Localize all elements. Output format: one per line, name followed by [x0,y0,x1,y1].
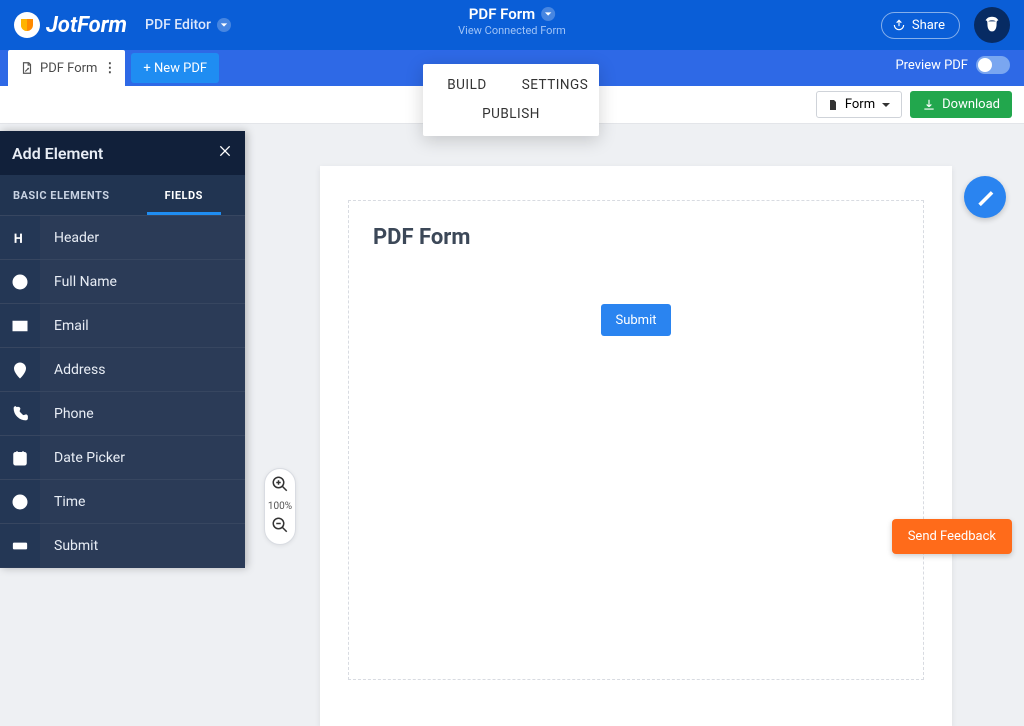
tab-fields[interactable]: FIELDS [123,175,246,215]
mail-icon [0,304,40,347]
tab-basic-elements[interactable]: BASIC ELEMENTS [0,175,123,215]
pin-icon [0,348,40,391]
clock-icon [0,480,40,523]
field-date-picker[interactable]: 10 Date Picker [0,435,245,479]
brand-logo[interactable]: JotForm [14,12,127,38]
user-icon [0,260,40,303]
submit-button[interactable]: Submit [601,304,671,336]
svg-text:H: H [14,231,23,245]
zoom-value: 100% [268,501,292,512]
wand-icon [975,187,995,207]
field-label: Date Picker [54,450,125,466]
view-connected-form-link[interactable]: View Connected Form [458,24,566,37]
field-label: Time [54,494,85,510]
panel-tabs: BASIC ELEMENTS FIELDS [0,175,245,215]
chevron-down-icon [217,18,231,32]
field-label: Email [54,318,89,334]
tab-options-icon[interactable]: ⋮ [103,61,117,76]
top-bar: JotForm PDF Editor PDF Form View Connect… [0,0,1024,50]
svg-text:10: 10 [18,457,25,464]
panel-title: Add Element [12,144,103,163]
field-full-name[interactable]: Full Name [0,259,245,303]
magic-wand-button[interactable] [964,176,1006,218]
page-content: PDF Form Submit [348,200,924,680]
field-header[interactable]: H Header [0,215,245,259]
add-element-panel: Add Element BASIC ELEMENTS FIELDS H Heade… [0,131,245,568]
field-label: Full Name [54,274,117,290]
field-label: Phone [54,406,94,422]
field-label: Address [54,362,105,378]
tab-pdf-form[interactable]: PDF Form ⋮ [8,50,125,86]
close-icon[interactable] [217,143,233,163]
zoom-out-button[interactable] [271,516,289,538]
logo-icon [14,12,40,38]
phone-icon [0,392,40,435]
calendar-icon: 10 [0,436,40,479]
field-label: Submit [54,538,98,554]
file-icon [827,99,839,111]
share-button[interactable]: Share [881,12,960,39]
mode-settings[interactable]: SETTINGS [511,77,599,93]
preview-toggle-group: Preview PDF [895,56,1010,74]
header-icon: H [0,216,40,259]
send-feedback-button[interactable]: Send Feedback [892,519,1012,554]
document-title-block: PDF Form View Connected Form [458,5,566,37]
document-icon [20,61,34,75]
form-title[interactable]: PDF Form [373,225,899,250]
mode-build[interactable]: BUILD [423,77,511,93]
field-phone[interactable]: Phone [0,391,245,435]
avatar-icon [981,14,1003,36]
field-email[interactable]: Email [0,303,245,347]
svg-text:SEND: SEND [15,544,25,548]
field-label: Header [54,230,99,246]
chevron-down-icon [881,100,891,110]
mode-publish[interactable]: PUBLISH [482,106,540,122]
download-icon [922,98,936,112]
element-list: H Header Full Name Email Address Phone 10 Date … [0,215,245,568]
chevron-down-icon[interactable] [541,7,555,21]
share-icon [892,18,906,32]
panel-header: Add Element [0,131,245,175]
zoom-in-button[interactable] [271,475,289,497]
doc-title[interactable]: PDF Form [469,5,535,23]
send-icon: SEND [0,524,40,567]
brand-name: JotForm [46,13,127,38]
form-dropdown[interactable]: Form [816,91,902,118]
account-avatar[interactable] [974,7,1010,43]
editor-label[interactable]: PDF Editor [145,17,231,33]
field-time[interactable]: Time [0,479,245,523]
field-address[interactable]: Address [0,347,245,391]
download-button[interactable]: Download [910,91,1012,118]
zoom-control: 100% [264,468,296,545]
field-submit[interactable]: SEND Submit [0,523,245,567]
mode-switcher: BUILD SETTINGS PUBLISH [423,64,599,136]
pdf-page[interactable]: PDF Form Submit [320,166,952,726]
preview-toggle[interactable] [976,56,1010,74]
new-pdf-button[interactable]: + New PDF [131,53,219,83]
preview-label: Preview PDF [895,58,968,73]
